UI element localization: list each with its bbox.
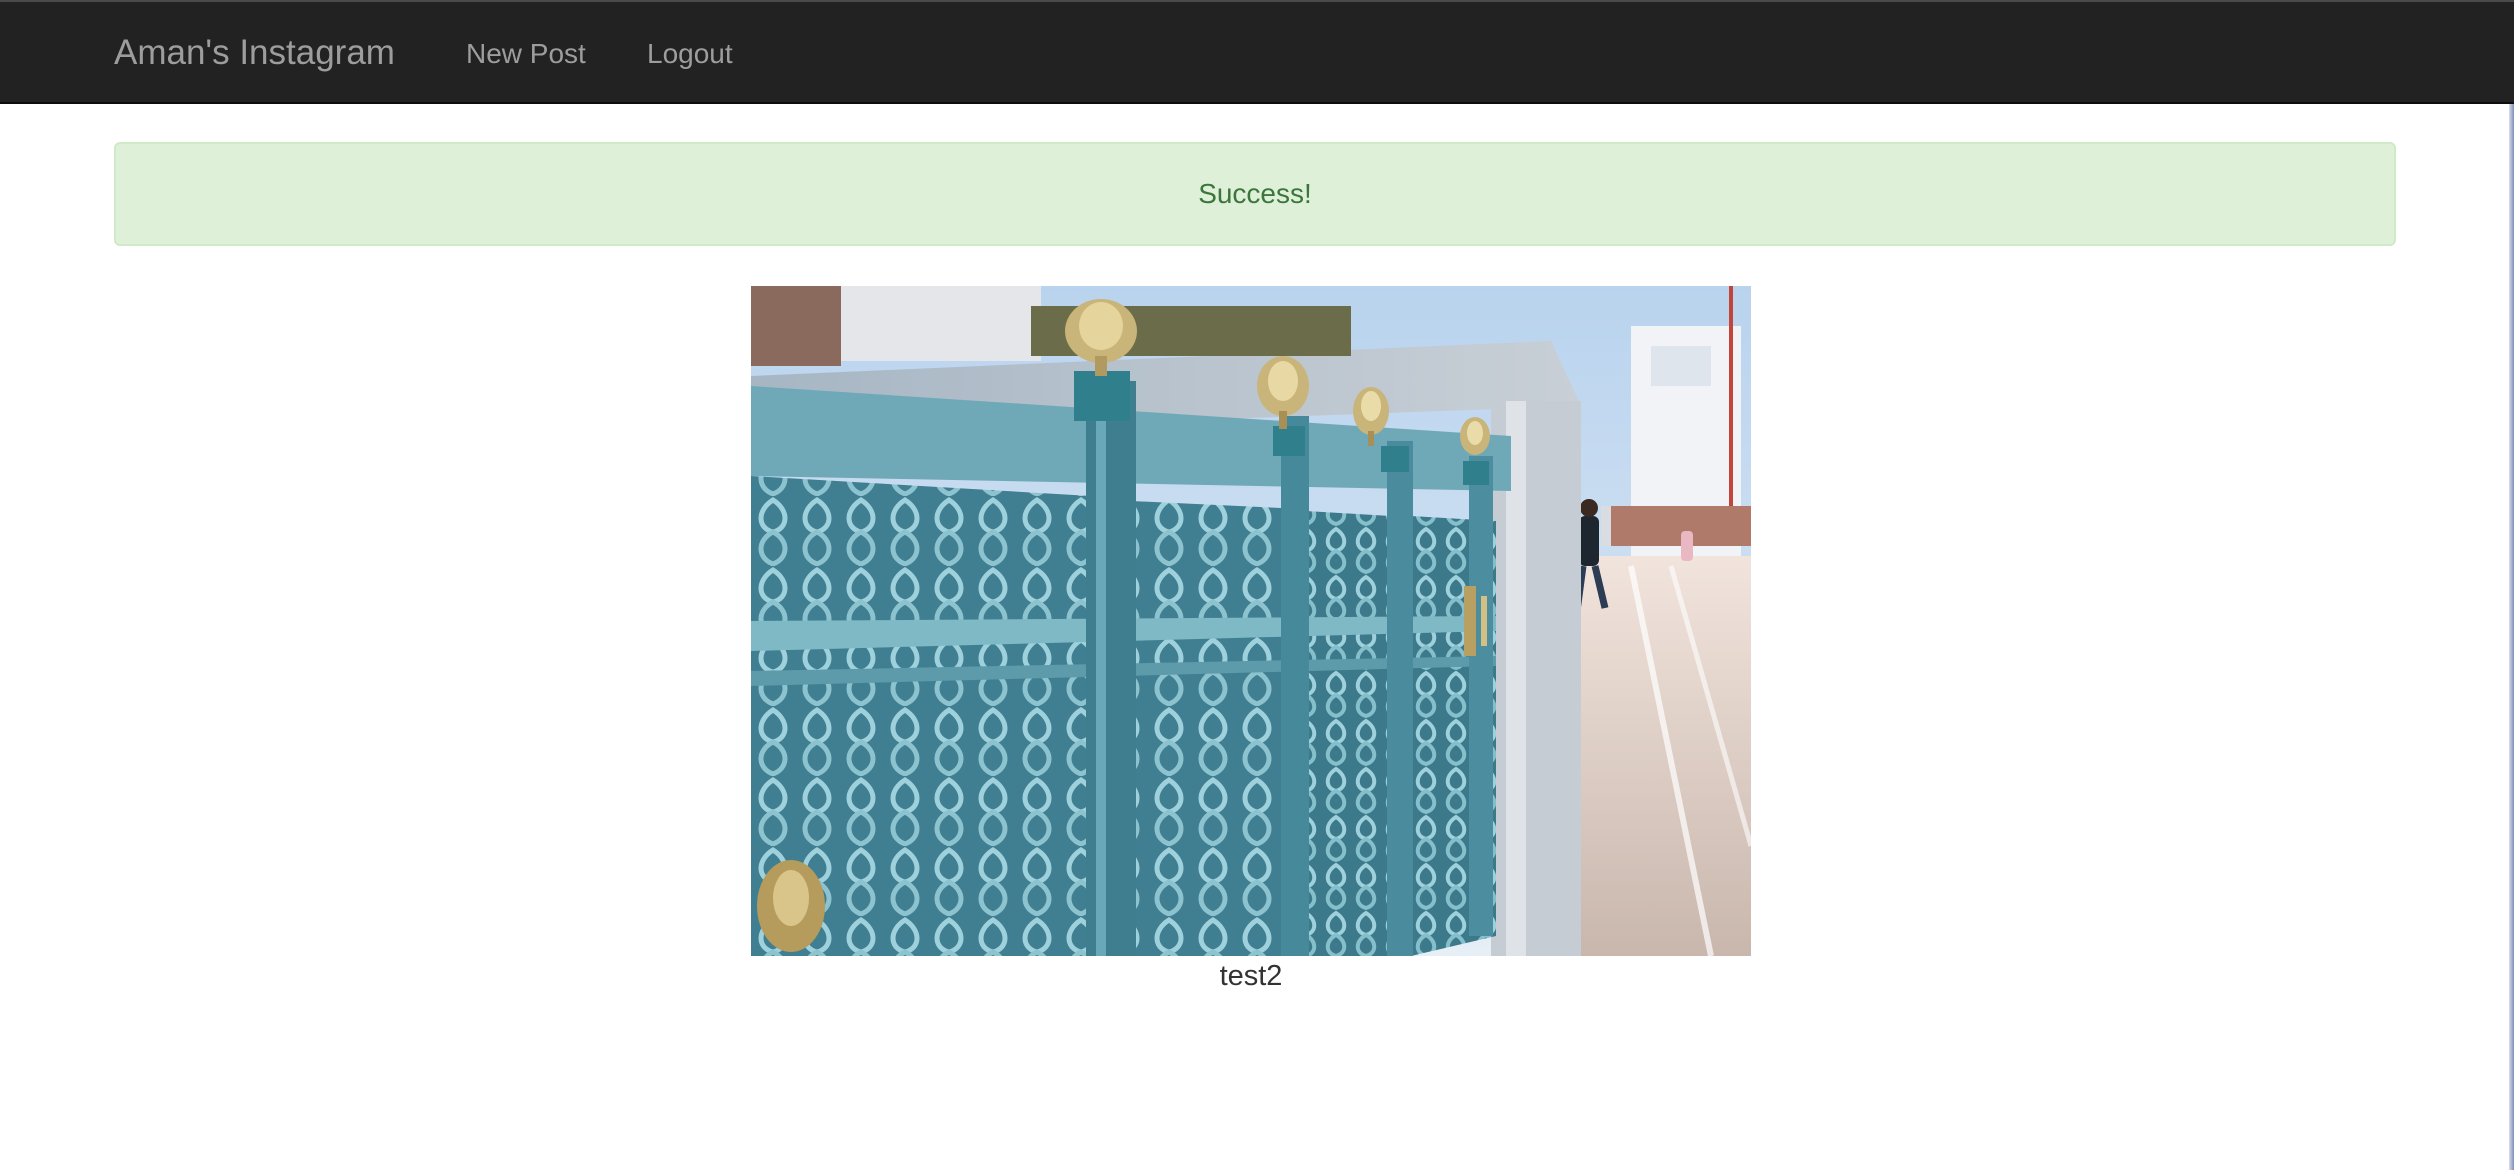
post-caption: test2 [1219,960,1283,992]
brand-link[interactable]: Aman's Instagram [114,30,395,76]
post-photo-illustration [751,286,1751,956]
top-navbar: Aman's Instagram New Post Logout [0,0,2514,104]
new-post-link[interactable]: New Post [466,36,586,72]
alert-message: Success! [1198,178,1312,209]
success-alert: Success! [114,142,2396,246]
window-edge [2509,104,2514,1170]
post-image [751,286,1751,956]
logout-link[interactable]: Logout [647,36,733,72]
